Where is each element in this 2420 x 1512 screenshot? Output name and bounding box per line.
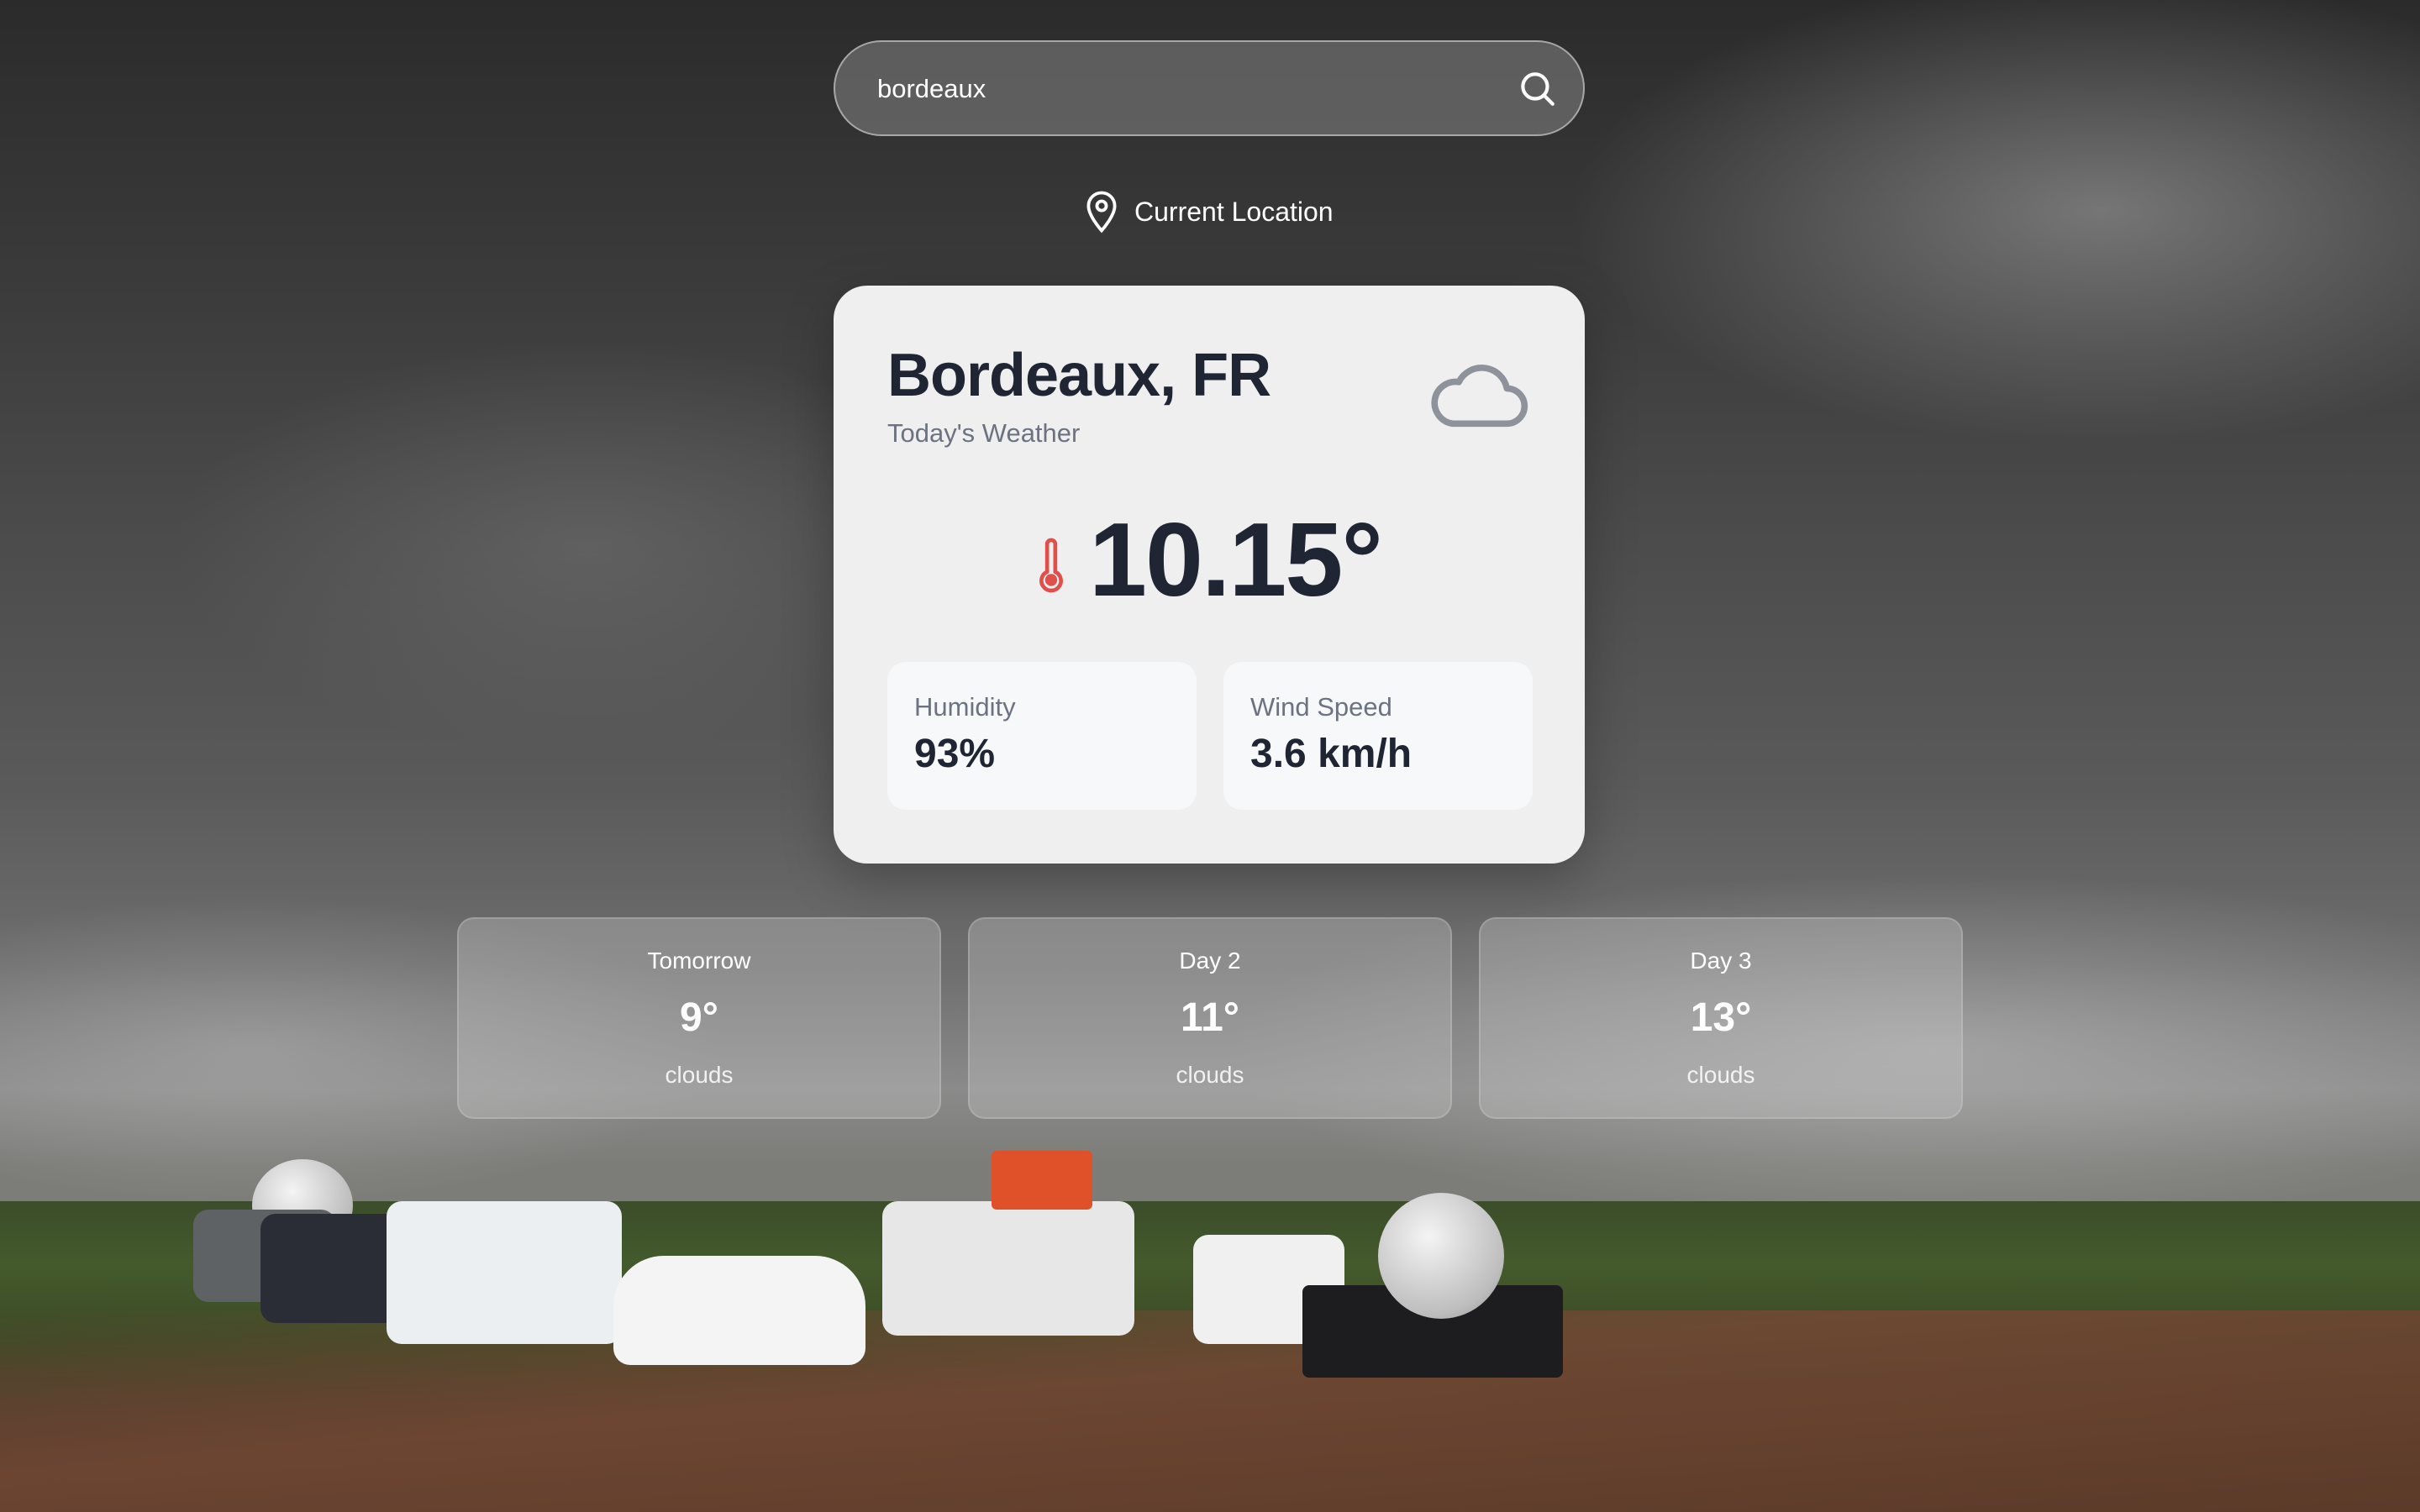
humidity-value: 93% [914,732,996,776]
forecast-temp: 11° [1181,995,1239,1040]
forecast-day: Day 2 [1179,948,1241,974]
forecast-desc: clouds [1686,1062,1755,1088]
current-location-button[interactable]: Current Location [1084,188,1334,235]
forecast-card-tomorrow: Tomorrow 9° clouds [457,917,941,1119]
search-bar[interactable] [834,40,1585,136]
weather-subtitle: Today's Weather [887,418,1081,448]
search-icon[interactable] [1516,67,1558,109]
search-input[interactable] [876,42,1484,136]
map-pin-icon [1086,191,1117,234]
city-name: Bordeaux, FR [887,342,1271,409]
humidity-panel: Humidity 93% [887,662,1197,810]
thermometer-icon [1039,538,1064,593]
current-weather-card: Bordeaux, FR Today's Weather 10.15° Humi… [834,286,1585,864]
forecast-desc: clouds [665,1062,734,1088]
forecast-temp: 13° [1690,995,1752,1040]
forecast-card-day-2: Day 2 11° clouds [968,917,1452,1119]
background-vehicles [0,1109,2420,1428]
temperature-row: 10.15° [834,501,1585,620]
cloud-icon [1431,365,1528,428]
forecast-desc: clouds [1176,1062,1244,1088]
forecast-temp: 9° [680,995,718,1040]
forecast-card-day-3: Day 3 13° clouds [1479,917,1963,1119]
current-temperature: 10.15° [1089,502,1383,618]
wind-speed-panel: Wind Speed 3.6 km/h [1223,662,1533,810]
forecast-day: Tomorrow [647,948,751,974]
current-location-label: Current Location [1134,196,1334,227]
wind-speed-value: 3.6 km/h [1250,732,1413,776]
humidity-label: Humidity [914,692,1016,722]
forecast-day: Day 3 [1690,948,1752,974]
wind-speed-label: Wind Speed [1250,692,1392,722]
